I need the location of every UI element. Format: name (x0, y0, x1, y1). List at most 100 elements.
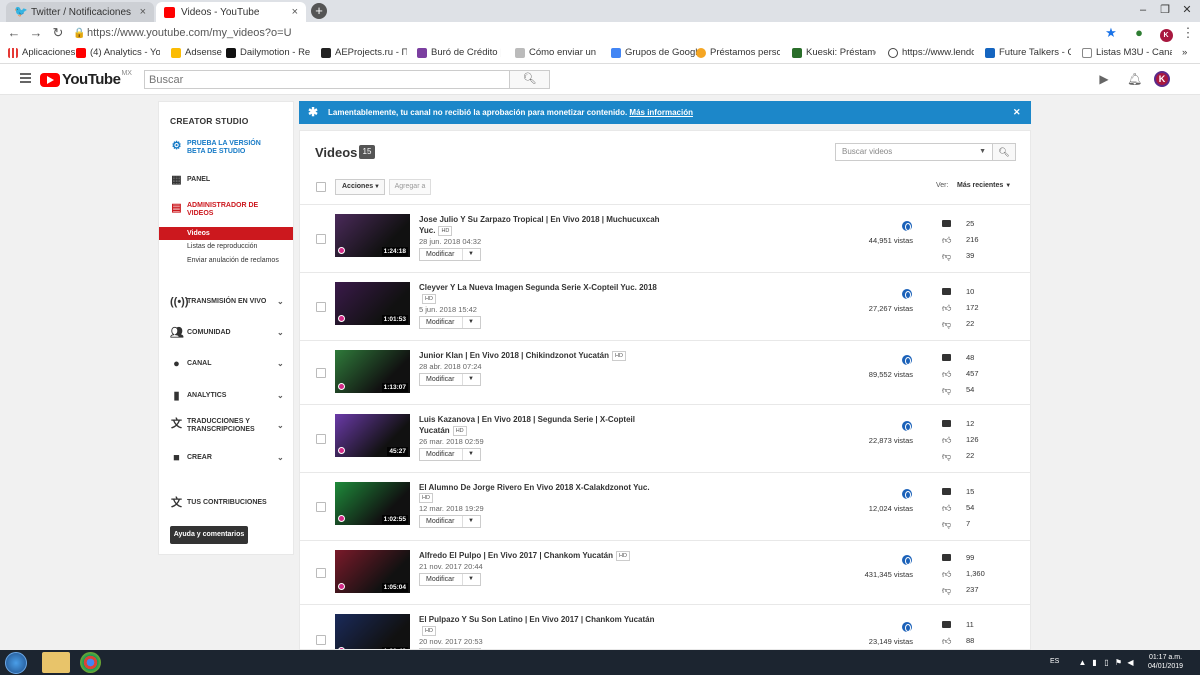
video-thumbnail[interactable]: 1:24:18 (335, 214, 410, 257)
bookmark-item[interactable]: Grupos de Google (611, 47, 703, 58)
sort-dropdown[interactable]: Más recientes ▼ (957, 182, 1011, 189)
video-search-button[interactable]: 🔍︎ (992, 143, 1016, 161)
bookmark-item[interactable]: (4) Analytics - YouTu (76, 47, 160, 58)
dropdown-caret-icon[interactable]: ▼ (468, 374, 474, 385)
likes-stat[interactable]: 👍︎ 1,360 (942, 569, 1002, 580)
video-thumbnail[interactable]: 1:20:49 (335, 614, 410, 649)
tab-twitter[interactable]: 🐦 Twitter / Notificaciones × (6, 2, 154, 22)
comments-stat[interactable]: 15 (942, 487, 1002, 498)
dislikes-stat[interactable]: 👎︎ 22 (942, 451, 1002, 462)
close-icon[interactable]: × (292, 6, 298, 18)
actions-dropdown[interactable]: Acciones ▼ (335, 179, 385, 195)
bookmark-item[interactable]: Préstamos personale (696, 47, 780, 58)
network-icon[interactable]: ▮ (1090, 658, 1099, 667)
profile-icon[interactable]: K (1158, 25, 1174, 42)
more-bookmarks-icon[interactable]: » (1182, 47, 1187, 58)
row-checkbox[interactable] (316, 302, 326, 312)
search-input[interactable] (144, 70, 510, 89)
likes-stat[interactable]: 👍︎ 172 (942, 303, 1002, 314)
dislikes-stat[interactable]: 👎︎ 7 (942, 519, 1002, 530)
comments-stat[interactable]: 25 (942, 219, 1002, 230)
avatar[interactable]: K (1154, 71, 1170, 87)
chrome-icon[interactable] (80, 652, 101, 673)
dislikes-stat[interactable]: 👎︎ 22 (942, 319, 1002, 330)
dropdown-caret-icon[interactable]: ▼ (468, 249, 474, 260)
new-tab-button[interactable]: + (311, 3, 327, 19)
row-checkbox[interactable] (316, 502, 326, 512)
comments-stat[interactable]: 48 (942, 353, 1002, 364)
dislikes-stat[interactable]: 👎︎ 54 (942, 385, 1002, 396)
video-title[interactable]: El Pulpazo Y Su Son Latino | En Vivo 201… (419, 614, 664, 636)
bookmark-item[interactable]: Listas M3U - Canales (1082, 47, 1172, 58)
close-icon[interactable]: ✕ (1013, 101, 1021, 124)
comments-stat[interactable]: 12 (942, 419, 1002, 430)
bookmark-item[interactable]: https://www.lendon.r (888, 47, 974, 58)
edit-button[interactable]: Modificar▼ (419, 448, 481, 461)
edit-button[interactable]: Modificar▼ (419, 248, 481, 261)
add-to-button[interactable]: Agregar a (389, 179, 431, 195)
video-search-input[interactable]: Buscar videos ▼ (835, 143, 993, 161)
dislikes-stat[interactable]: 👎︎ 237 (942, 585, 1002, 596)
bookmark-item[interactable]: Buró de Crédito | Re (417, 47, 501, 58)
dislikes-stat[interactable]: 👎︎ 39 (942, 251, 1002, 262)
comments-stat[interactable]: 99 (942, 553, 1002, 564)
video-title[interactable]: Jose Julio Y Su Zarpazo Tropical | En Vi… (419, 214, 664, 236)
dropdown-caret-icon[interactable]: ▼ (468, 516, 474, 527)
video-thumbnail[interactable]: 1:05:04 (335, 550, 410, 593)
row-checkbox[interactable] (316, 434, 326, 444)
menu-dots-icon[interactable]: ⋮ (1180, 25, 1196, 41)
windows-start-button[interactable] (5, 652, 27, 674)
minimize-icon[interactable]: – (1136, 3, 1150, 17)
bookmark-item[interactable]: Future Talkers - Conc (985, 47, 1071, 58)
notifications-bell-icon[interactable]: 🔔︎ (1127, 72, 1142, 86)
select-all-checkbox[interactable] (316, 182, 326, 192)
bookmark-item[interactable]: Cómo enviar un avis (515, 47, 599, 58)
dropdown-caret-icon[interactable]: ▼ (979, 144, 986, 160)
edit-button[interactable]: Modificar▼ (419, 316, 481, 329)
likes-stat[interactable]: 👍︎ 54 (942, 503, 1002, 514)
bookmark-item[interactable]: Dailymotion - Resum (226, 47, 310, 58)
dropdown-caret-icon[interactable]: ▼ (468, 574, 474, 585)
language-indicator[interactable]: ES (1050, 658, 1059, 665)
video-title[interactable]: Cleyver Y La Nueva Imagen Segunda Serie … (419, 282, 664, 304)
hamburger-menu-icon[interactable] (20, 73, 31, 83)
tab-youtube-videos[interactable]: Videos - YouTube × (156, 2, 306, 22)
sidebar-subitem-claims[interactable]: Enviar anulación de reclamos (159, 256, 279, 266)
video-thumbnail[interactable]: 1:01:53 (335, 282, 410, 325)
close-window-icon[interactable]: ✕ (1180, 3, 1194, 17)
file-explorer-icon[interactable] (42, 652, 70, 673)
video-title[interactable]: Luis Kazanova | En Vivo 2018 | Segunda S… (419, 414, 664, 436)
help-feedback-button[interactable]: Ayuda y comentarios (170, 526, 248, 544)
bookmark-item[interactable]: Kueski: Préstamos pe (792, 47, 876, 58)
likes-stat[interactable]: 👍︎ 88 (942, 636, 1002, 647)
edit-button[interactable]: Modificar▼ (419, 373, 481, 386)
bookmark-star-icon[interactable]: ★ (1103, 25, 1119, 41)
row-checkbox[interactable] (316, 234, 326, 244)
video-title[interactable]: Junior Klan | En Vivo 2018 | Chikindzono… (419, 350, 664, 361)
row-checkbox[interactable] (316, 635, 326, 645)
sidebar-subitem-playlists[interactable]: Listas de reproducción (159, 242, 293, 252)
likes-stat[interactable]: 👍︎ 457 (942, 369, 1002, 380)
extension-icon[interactable]: ● (1131, 25, 1147, 41)
flag-icon[interactable]: ⚑ (1114, 658, 1123, 667)
maximize-icon[interactable]: ❐ (1158, 3, 1172, 17)
row-checkbox[interactable] (316, 568, 326, 578)
back-icon[interactable]: ← (6, 25, 22, 41)
tray-arrow-icon[interactable]: ▲ (1078, 658, 1087, 667)
address-bar[interactable]: 🔒 https://www.youtube.com/my_videos?o=U (73, 25, 1113, 42)
youtube-logo[interactable]: YouTube MX (40, 70, 132, 88)
comments-stat[interactable]: 11 (942, 620, 1002, 631)
video-thumbnail[interactable]: 1:13:07 (335, 350, 410, 393)
video-thumbnail[interactable]: 1:02:55 (335, 482, 410, 525)
edit-button[interactable]: Modificar▼ (419, 515, 481, 528)
dropdown-caret-icon[interactable]: ▼ (468, 449, 474, 460)
sidebar-subitem-videos[interactable]: Videos (159, 227, 293, 240)
bookmark-item[interactable]: Adsense (171, 47, 222, 58)
bookmark-item[interactable]: AEProjects.ru - Проє (321, 47, 407, 58)
learn-more-link[interactable]: Más información (629, 108, 693, 117)
clock[interactable]: 01:17 a.m. 04/01/2019 (1143, 653, 1188, 671)
video-title[interactable]: El Alumno De Jorge Rivero En Vivo 2018 X… (419, 482, 664, 493)
edit-button[interactable]: Modificar▼ (419, 573, 481, 586)
volume-icon[interactable]: ◀ (1126, 658, 1135, 667)
video-title[interactable]: Alfredo El Pulpo | En Vivo 2017 | Chanko… (419, 550, 664, 561)
